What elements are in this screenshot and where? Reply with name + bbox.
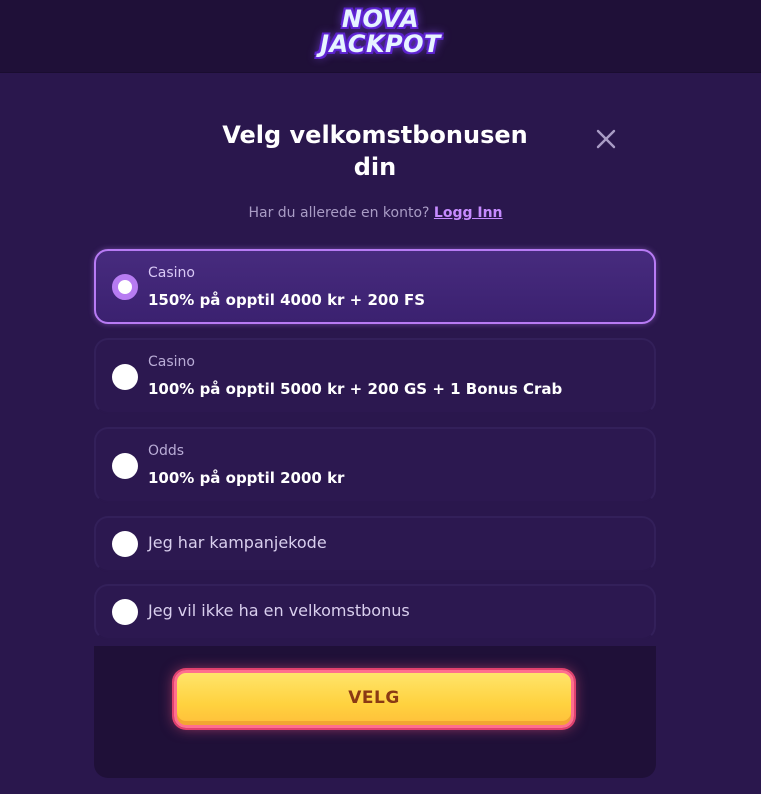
velg-button[interactable]: VELG [174,670,574,728]
option-category: Odds [148,443,185,459]
modal-title: Velg velkomstbonusen din [200,119,550,183]
option-label: 100% på opptil 2000 kr [148,469,345,487]
modal-title-line2: din [353,153,397,181]
radio-button[interactable] [112,531,138,557]
login-prompt: Har du allerede en konto? Logg Inn [0,205,751,221]
page: NOVA JACKPOT Velg velkomstbonusen din Ha… [0,0,761,794]
modal-title-line1: Velg velkomstbonusen [222,121,528,149]
bonus-option-casino-150[interactable]: Casino 150% på opptil 4000 kr + 200 FS [94,249,656,324]
radio-button[interactable] [112,364,138,390]
logo-text-nova: NOVA [341,5,420,33]
option-label: 100% på opptil 5000 kr + 200 GS + 1 Bonu… [148,380,563,398]
option-label: 150% på opptil 4000 kr + 200 FS [148,291,426,309]
login-prompt-text: Har du allerede en konto? [248,205,430,221]
nova-jackpot-logo[interactable]: NOVA JACKPOT [301,5,461,60]
radio-button[interactable] [112,453,138,479]
logo-text-jackpot: JACKPOT [320,30,441,58]
radio-button[interactable] [112,599,138,625]
welcome-bonus-modal: Velg velkomstbonusen din Har du allerede… [0,73,761,794]
bonus-option-casino-100[interactable]: Casino 100% på opptil 5000 kr + 200 GS +… [94,338,656,414]
option-label: Jeg har kampanjekode [148,533,327,552]
modal-footer: VELG [94,646,656,778]
bonus-option-odds[interactable]: Odds 100% på opptil 2000 kr [94,427,656,503]
option-label: Jeg vil ikke ha en velkomstbonus [148,601,410,620]
login-link[interactable]: Logg Inn [434,205,503,221]
top-header: NOVA JACKPOT [0,0,761,73]
option-category: Casino [148,265,195,281]
radio-button-selected[interactable] [112,274,138,300]
close-button[interactable] [592,125,620,153]
bonus-option-promo-code[interactable]: Jeg har kampanjekode [94,516,656,572]
bonus-option-no-bonus[interactable]: Jeg vil ikke ha en velkomstbonus [94,584,656,640]
close-icon [596,129,616,149]
option-category: Casino [148,354,195,370]
